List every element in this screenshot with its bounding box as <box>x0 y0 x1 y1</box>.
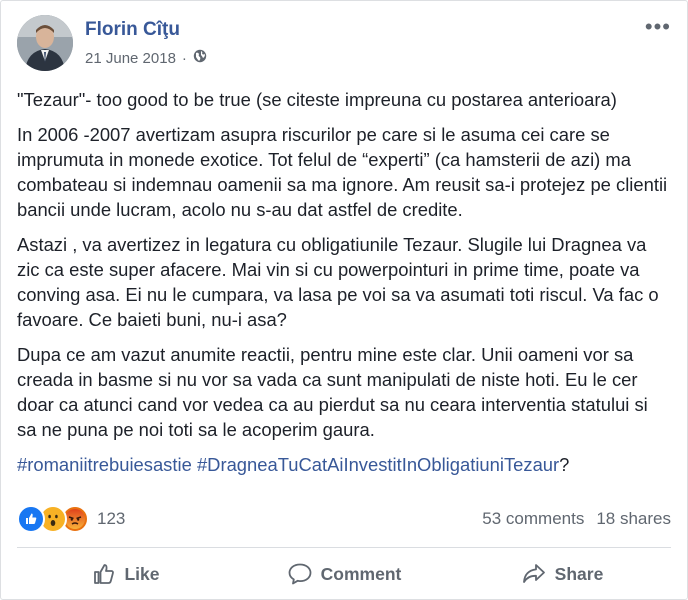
reaction-summary[interactable]: 123 <box>17 505 125 533</box>
avatar-photo <box>17 15 73 71</box>
post-paragraph: "Tezaur"- too good to be true (se citest… <box>17 89 617 110</box>
like-icon <box>94 564 115 584</box>
hashtag-line: #romaniitrebuiesastie #DragneaTuCatAiInv… <box>17 452 672 477</box>
comments-count-link[interactable]: 53 comments <box>482 509 584 529</box>
like-reaction-icon <box>17 505 45 533</box>
share-icon <box>522 564 545 583</box>
hashtag-suffix: ? <box>559 454 570 475</box>
engagement-counts: 53 comments 18 shares <box>482 509 671 529</box>
post-paragraph: Astazi , va avertizez in legatura cu obl… <box>17 234 659 330</box>
share-button[interactable]: Share <box>453 553 671 595</box>
post-body: "Tezaur"- too good to be true (se citest… <box>17 87 672 487</box>
post-date[interactable]: 21 June 2018 <box>85 50 176 67</box>
post-header: Florin Cîţu 21 June 2018 · ••• <box>17 15 671 75</box>
post-paragraph: Dupa ce am vazut anumite reactii, pentru… <box>17 344 648 440</box>
post-card: Florin Cîţu 21 June 2018 · ••• "Tezaur"-… <box>0 0 688 600</box>
author-avatar[interactable] <box>17 15 73 71</box>
comment-button[interactable]: Comment <box>235 553 453 595</box>
post-paragraph: In 2006 -2007 avertizam asupra riscurilo… <box>17 124 668 220</box>
reaction-count: 123 <box>97 509 126 528</box>
post-meta: 21 June 2018 · <box>85 49 207 67</box>
more-options-button[interactable]: ••• <box>645 16 671 38</box>
shares-count-link[interactable]: 18 shares <box>596 509 671 529</box>
actions-divider <box>17 547 671 548</box>
like-label: Like <box>124 563 160 584</box>
comment-icon <box>288 563 312 585</box>
author-name[interactable]: Florin Cîţu <box>85 19 180 41</box>
share-label: Share <box>554 563 604 584</box>
hashtag-link[interactable]: #romaniitrebuiesastie <box>17 454 192 475</box>
globe-icon[interactable] <box>193 49 207 67</box>
post-stats: 123 53 comments 18 shares <box>17 505 671 533</box>
meta-separator: · <box>181 49 187 67</box>
hashtag-link[interactable]: #DragneaTuCatAiInvestitInObligatiuniTeza… <box>197 454 559 475</box>
like-button[interactable]: Like <box>17 553 235 595</box>
comment-label: Comment <box>320 563 402 584</box>
post-actions: Like Comment Share <box>17 553 671 595</box>
